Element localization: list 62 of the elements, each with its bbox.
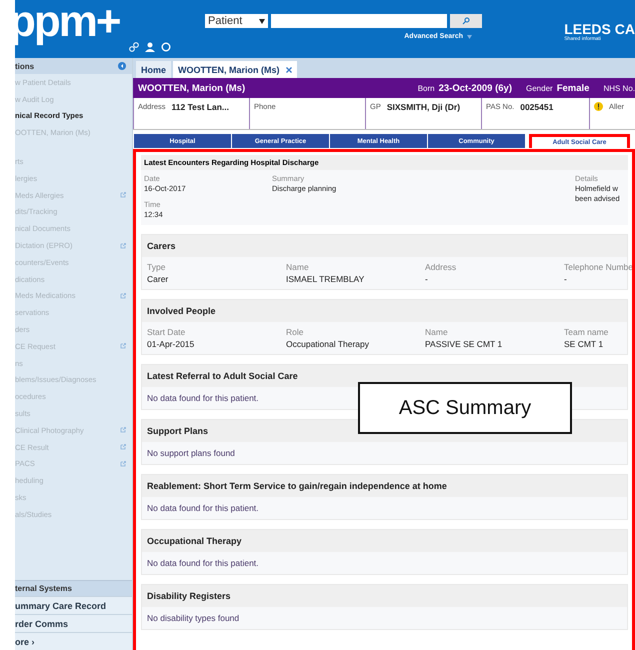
table-cell-text: Occupational Therapy <box>286 339 370 349</box>
column-header: Start Date <box>147 327 186 337</box>
nhs-label: NHS No. <box>603 84 635 92</box>
born-label: Born <box>418 84 435 92</box>
column-header: Name <box>286 262 310 272</box>
refresh-icon[interactable] <box>161 42 171 52</box>
warning-icon <box>594 102 603 111</box>
collapse-icon[interactable] <box>118 62 126 70</box>
gender-label: Gender <box>526 84 553 92</box>
gender-value: Female <box>556 82 590 94</box>
section-title: Reablement: Short Term Service to gain/regain independence at home <box>142 475 627 497</box>
external-system-link[interactable]: ore › <box>15 632 132 650</box>
external-link-icon <box>120 242 126 249</box>
search-button[interactable] <box>450 14 482 28</box>
table-cell-text: ISMAEL TREMBLAY <box>286 274 366 284</box>
link-icon[interactable] <box>129 42 139 52</box>
section-title: Occupational Therapy <box>142 530 627 552</box>
empty-message: No disability types found <box>147 613 240 623</box>
caret-icon <box>259 18 265 24</box>
brand-name: LEEDS CA <box>564 22 635 36</box>
external-link-icon <box>120 460 126 467</box>
empty-message: No data found for this patient. <box>147 393 259 403</box>
caret-icon <box>467 34 472 38</box>
callout-label: ASC Summary <box>358 382 572 434</box>
field-value: 0025451 <box>520 102 554 114</box>
field-value: 112 Test Lan... <box>172 102 229 114</box>
external-system-link[interactable]: ummary Care Record <box>15 596 132 614</box>
sidebar-section-title: ternal Systems <box>15 584 72 593</box>
column-header: Type <box>147 262 166 272</box>
born-value: 23-Oct-2009 (6y) <box>438 82 512 94</box>
field-value: SIXSMITH, Dji (Dr) <box>386 102 460 114</box>
table-cell-text: PASSIVE SE CMT 1 <box>425 339 504 349</box>
external-link-icon <box>120 343 126 350</box>
external-link-icon <box>120 427 126 434</box>
search-icon <box>462 17 470 25</box>
empty-message: No support plans found <box>147 448 235 458</box>
close-icon[interactable] <box>286 66 292 72</box>
column-header: Address <box>425 262 458 272</box>
column-header: Name <box>425 327 449 337</box>
user-icon[interactable] <box>145 42 155 52</box>
empty-message: No data found for this patient. <box>147 558 259 568</box>
external-link-icon <box>120 192 126 198</box>
table-cell-text: - <box>425 274 429 284</box>
tab[interactable]: WOOTTEN, Marion (Ms) <box>173 61 297 78</box>
external-link-icon <box>120 292 126 299</box>
search-type-dropdown[interactable]: Patient <box>205 14 268 28</box>
external-system-link[interactable]: rder Comms <box>15 614 132 632</box>
section-title: Disability Registers <box>142 585 627 607</box>
patient-name: WOOTTEN, Marion (Ms) <box>138 82 246 94</box>
section-title: Carers <box>142 235 627 257</box>
empty-message: No data found for this patient. <box>147 503 259 513</box>
table-cell-text: - <box>564 274 568 284</box>
sidebar-title: tions <box>15 62 34 70</box>
external-link-icon <box>120 444 126 450</box>
table-cell-text: 01-Apr-2015 <box>147 339 196 349</box>
column-header: Team name <box>564 327 610 337</box>
table-cell-text: Carer <box>147 274 170 284</box>
column-header: Role <box>286 327 304 337</box>
tab[interactable]: Home <box>136 61 172 78</box>
table-cell-text: SE CMT 1 <box>564 339 604 349</box>
section-title: Involved People <box>142 300 627 322</box>
search-field[interactable] <box>271 14 447 28</box>
